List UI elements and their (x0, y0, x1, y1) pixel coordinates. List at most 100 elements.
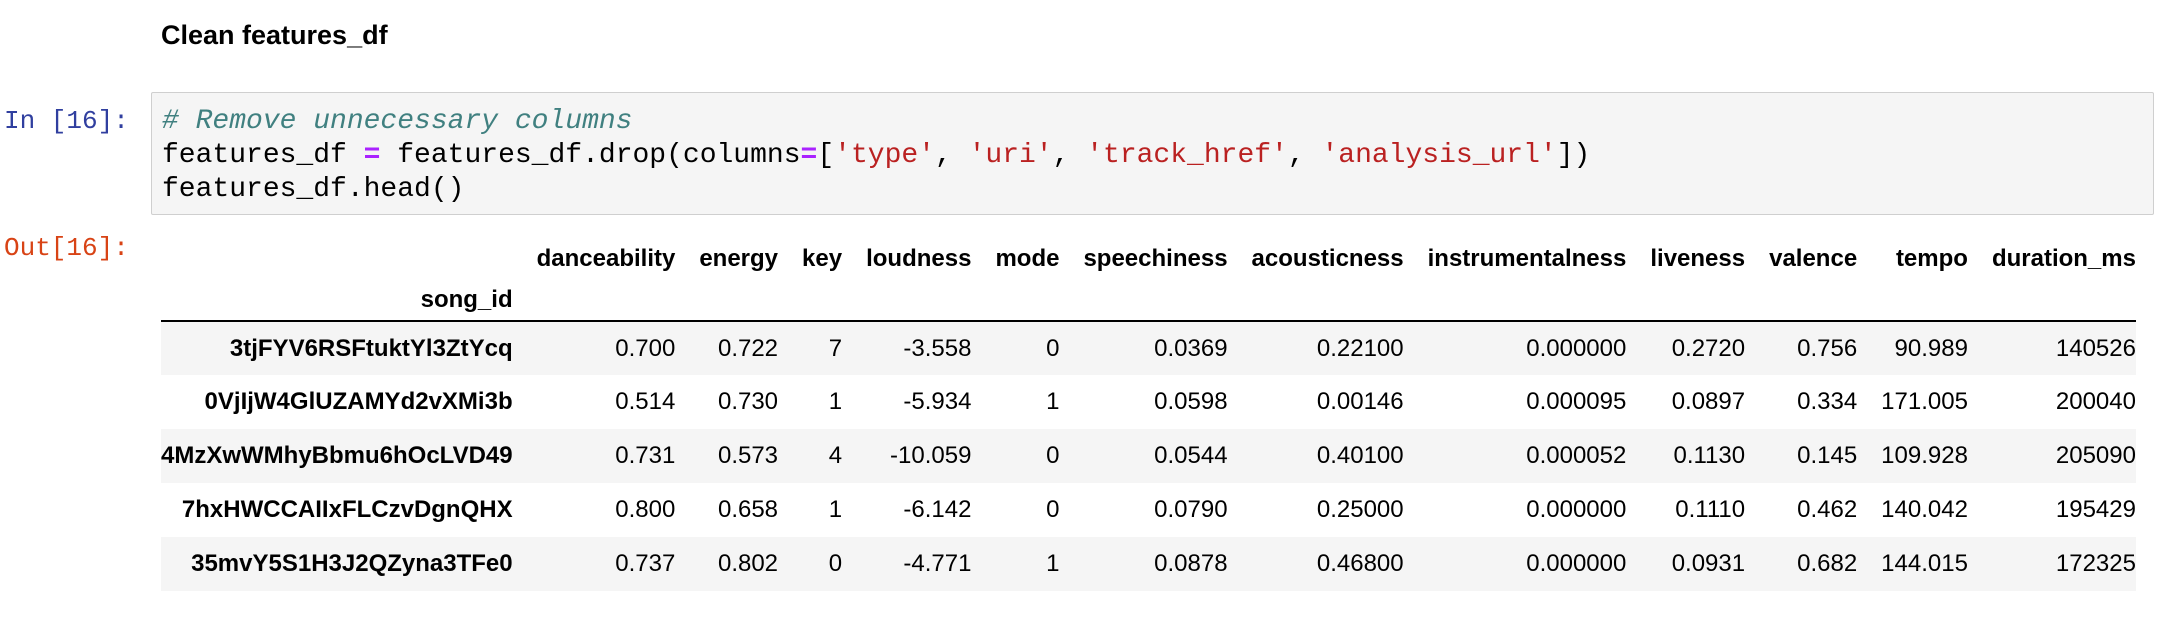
column-header: valence (1769, 245, 1858, 272)
table-cell: 1 (828, 496, 843, 523)
table-cell: 0.0878 (1154, 550, 1228, 577)
table-cell: 0.40100 (1316, 442, 1404, 469)
table-row: 0VjIjW4GlUZAMYd2vXMi3b 0.514 0.730 1 -5.… (161, 375, 2136, 429)
code-token-kwarg-eq: = (800, 140, 818, 171)
column-header: instrumentalness (1427, 245, 1627, 272)
table-cell: 0.658 (717, 496, 779, 523)
code-comma: , (934, 140, 969, 171)
table-cell: 0 (828, 550, 843, 577)
column-header: liveness (1650, 245, 1746, 272)
table-cell: 0.802 (717, 550, 779, 577)
table-cell: 0.0931 (1671, 550, 1746, 577)
table-cell: 0.0897 (1671, 388, 1746, 415)
markdown-heading: Clean features_df (161, 20, 388, 50)
row-index: 3tjFYV6RSFtuktYl3ZtYcq (229, 334, 513, 362)
table-cell: 0.514 (615, 388, 676, 415)
table-cell: 140.042 (1881, 496, 1968, 523)
table-cell: 0.145 (1797, 442, 1858, 469)
table-cell: 0.46800 (1316, 550, 1404, 577)
table-row: 3tjFYV6RSFtuktYl3ZtYcq 0.700 0.722 7 -3.… (161, 321, 2136, 375)
column-header-row: danceability energy key loudness mode sp… (161, 238, 2136, 280)
code-comment: # Remove unnecessary columns (162, 106, 633, 137)
table-cell: 0.0598 (1154, 388, 1228, 415)
column-header: tempo (1895, 245, 1968, 272)
table-row: 4MzXwWMhyBbmu6hOcLVD49 0.731 0.573 4 -10… (161, 429, 2136, 483)
code-line-head: features_df.head() (162, 174, 465, 205)
row-index: 35mvY5S1H3J2QZyna3TFe0 (191, 550, 513, 577)
code-token-open: [ (817, 140, 835, 171)
table-cell: 4 (828, 442, 843, 469)
table-cell: 0.25000 (1316, 496, 1404, 523)
table-cell: 0.730 (717, 388, 779, 415)
table-cell: 0.0369 (1154, 334, 1228, 362)
table-cell: 0 (1046, 442, 1060, 469)
index-name: song_id (420, 286, 513, 313)
table-cell: 1 (828, 388, 843, 415)
column-header: danceability (536, 245, 676, 272)
table-cell: 0.22100 (1316, 334, 1404, 362)
table-cell: 0 (1046, 334, 1060, 362)
column-header: mode (995, 245, 1060, 272)
table-cell: 0.462 (1797, 496, 1858, 523)
code-token-var: features_df (162, 140, 364, 171)
table-cell: 172325 (2055, 550, 2136, 577)
row-index: 4MzXwWMhyBbmu6hOcLVD49 (161, 442, 513, 469)
table-cell: -3.558 (903, 334, 972, 362)
table-cell: 1 (1046, 388, 1060, 415)
table-cell: 109.928 (1881, 442, 1968, 469)
input-prompt: In [16]: (4, 106, 129, 136)
column-header: energy (699, 245, 779, 272)
table-cell: -5.934 (903, 388, 972, 415)
table-cell: -10.059 (890, 442, 972, 469)
table-cell: 0.1110 (1675, 496, 1746, 523)
column-header: key (802, 245, 843, 272)
code-comma: , (1052, 140, 1087, 171)
output-prompt: Out[16]: (4, 233, 129, 263)
corner-cell (161, 238, 513, 280)
dataframe-table: danceability energy key loudness mode sp… (161, 238, 2136, 591)
table-cell: 0.682 (1797, 550, 1858, 577)
table-cell: 0.737 (615, 550, 676, 577)
table-cell: 7 (828, 334, 843, 362)
table-cell: 200040 (2055, 388, 2136, 415)
code-string-type: 'type' (834, 140, 935, 171)
table-cell: 0.000000 (1526, 496, 1627, 523)
column-header: speechiness (1083, 245, 1228, 272)
code-token-call: features_df.drop(columns (380, 140, 801, 171)
table-cell: 195429 (2055, 496, 2136, 523)
code-cell-input[interactable]: # Remove unnecessary columns features_df… (151, 92, 2154, 215)
table-cell: 205090 (2055, 442, 2136, 469)
row-index: 7hxHWCCAIIxFLCzvDgnQHX (181, 496, 513, 523)
code-string-track-href: 'track_href' (1086, 140, 1288, 171)
code-string-uri: 'uri' (968, 140, 1053, 171)
table-cell: 0.000000 (1526, 550, 1627, 577)
column-header: duration_ms (1991, 245, 2136, 272)
table-cell: -6.142 (903, 496, 972, 523)
dataframe-output: danceability energy key loudness mode sp… (161, 238, 2136, 591)
table-cell: 0.000000 (1526, 334, 1627, 362)
table-cell: 0.0544 (1154, 442, 1228, 469)
table-cell: 0.700 (615, 334, 676, 362)
table-cell: 90.989 (1894, 334, 1968, 362)
table-cell: 0.800 (615, 496, 676, 523)
table-cell: 1 (1046, 550, 1060, 577)
table-row: 35mvY5S1H3J2QZyna3TFe0 0.737 0.802 0 -4.… (161, 537, 2136, 591)
table-cell: 0.0790 (1154, 496, 1228, 523)
table-cell: 0.000052 (1526, 442, 1627, 469)
column-header: loudness (866, 245, 972, 272)
table-row: 7hxHWCCAIIxFLCzvDgnQHX 0.800 0.658 1 -6.… (161, 483, 2136, 537)
code-editor[interactable]: # Remove unnecessary columns features_df… (162, 105, 1590, 207)
table-cell: 171.005 (1881, 388, 1968, 415)
table-cell: 0.000095 (1526, 388, 1627, 415)
code-token-close: ]) (1556, 140, 1591, 171)
table-cell: 144.015 (1881, 550, 1968, 577)
code-comma: , (1287, 140, 1322, 171)
code-string-analysis-url: 'analysis_url' (1321, 140, 1557, 171)
table-cell: 0.731 (615, 442, 676, 469)
row-index: 0VjIjW4GlUZAMYd2vXMi3b (204, 388, 513, 415)
column-header: acousticness (1251, 245, 1404, 272)
table-cell: -4.771 (903, 550, 972, 577)
table-cell: 0.573 (717, 442, 779, 469)
table-cell: 0.2720 (1671, 334, 1746, 362)
table-cell: 0 (1046, 496, 1060, 523)
